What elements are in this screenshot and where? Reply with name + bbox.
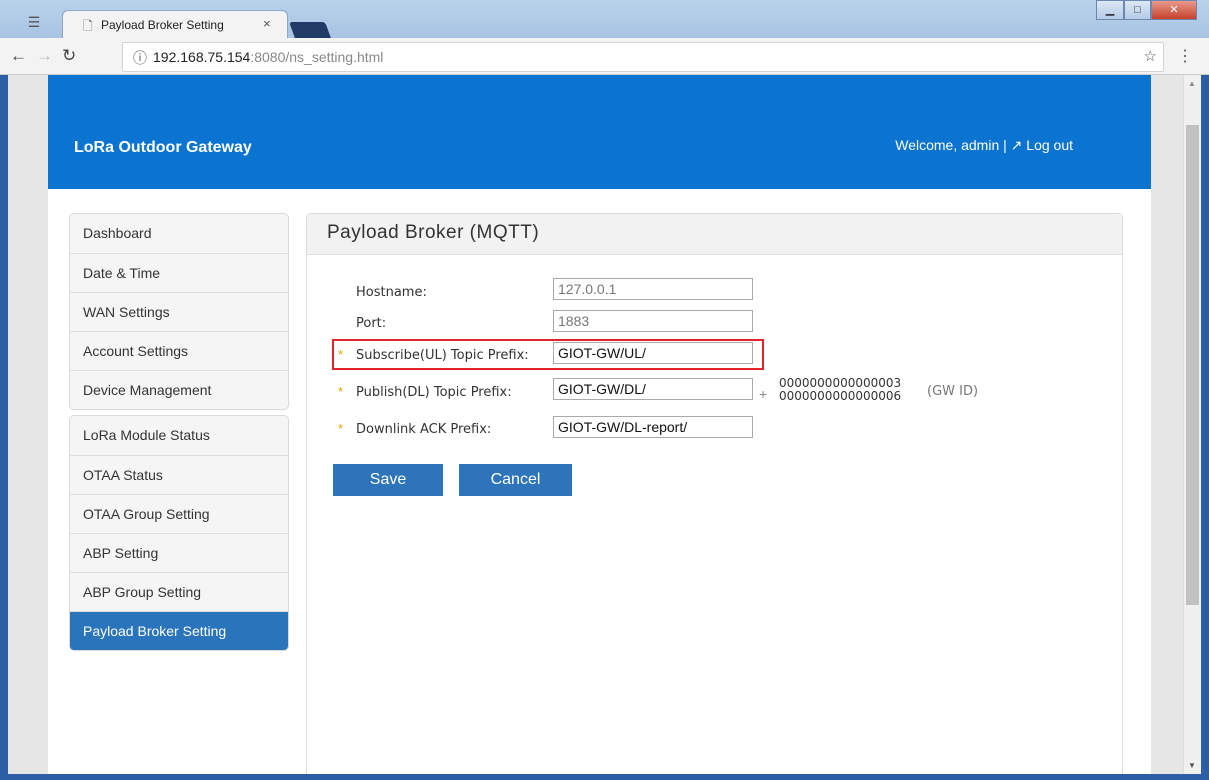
- required-marker: *: [338, 347, 344, 362]
- forward-arrow-icon[interactable]: →: [36, 46, 53, 66]
- sidebar-item-otaa-status[interactable]: OTAA Status: [70, 455, 288, 494]
- save-button[interactable]: Save: [333, 464, 443, 496]
- panel-title: Payload Broker (MQTT): [307, 214, 1122, 255]
- sidebar-item-payload-broker-setting[interactable]: Payload Broker Setting: [70, 611, 288, 650]
- scroll-down-icon[interactable]: ▼: [1188, 761, 1196, 770]
- app-header: LoRa Outdoor Gateway Welcome, admin | ↗ …: [48, 75, 1151, 189]
- sidebar-item-device-management[interactable]: Device Management: [70, 370, 288, 409]
- tab-title: Payload Broker Setting: [101, 18, 224, 32]
- ack-label: Downlink ACK Prefix:: [356, 422, 492, 437]
- browser-tab[interactable]: 🗋 Payload Broker Setting ×: [62, 10, 288, 38]
- sidebar-item-wan-settings[interactable]: WAN Settings: [70, 292, 288, 331]
- sidebar-group-system: Dashboard Date & Time WAN Settings Accou…: [69, 213, 289, 410]
- gw-id-label: (GW ID): [927, 384, 979, 399]
- close-window-button[interactable]: ✕: [1151, 0, 1197, 20]
- maximize-button[interactable]: □: [1124, 0, 1151, 20]
- sidebar-item-abp-group-setting[interactable]: ABP Group Setting: [70, 572, 288, 611]
- url-host: 192.168.75.154: [153, 49, 251, 65]
- tab-close-icon[interactable]: ×: [263, 16, 271, 31]
- required-marker: *: [338, 421, 344, 436]
- page: LoRa Outdoor Gateway Welcome, admin | ↗ …: [48, 75, 1151, 774]
- sidebar-item-dashboard[interactable]: Dashboard: [70, 214, 288, 253]
- settings-panel: Payload Broker (MQTT) Hostname: Port: * …: [306, 213, 1123, 774]
- hostname-label: Hostname:: [356, 285, 427, 300]
- plus-sign: +: [759, 386, 768, 402]
- hostname-input[interactable]: [553, 278, 753, 300]
- required-marker: *: [338, 384, 344, 399]
- gw-id-1: 0000000000000003: [779, 376, 902, 390]
- vertical-scrollbar[interactable]: ▲ ▼: [1183, 75, 1201, 774]
- menu-icon[interactable]: ⋮: [1177, 46, 1193, 66]
- publish-prefix-input[interactable]: [553, 378, 753, 400]
- publish-label: Publish(DL) Topic Prefix:: [356, 385, 512, 400]
- port-label: Port:: [356, 316, 387, 331]
- minimize-button[interactable]: ▁: [1096, 0, 1124, 20]
- browser-toolbar: ← → ↻ ⓘ 192.168.75.154:8080/ns_setting.h…: [0, 38, 1209, 75]
- gw-id-2: 0000000000000006: [779, 389, 902, 403]
- page-icon: 🗋: [83, 19, 93, 33]
- url-path: :8080/ns_setting.html: [250, 49, 384, 65]
- address-bar[interactable]: ⓘ 192.168.75.154:8080/ns_setting.html: [122, 42, 1164, 72]
- sidebar-item-lora-module-status[interactable]: LoRa Module Status: [70, 416, 288, 455]
- reload-icon[interactable]: ↻: [62, 46, 76, 66]
- sidebar: Dashboard Date & Time WAN Settings Accou…: [69, 213, 289, 656]
- welcome-text: Welcome, admin |: [895, 137, 1007, 153]
- browser-titlebar: ☰ 🗋 Payload Broker Setting × ▁ □ ✕: [0, 0, 1209, 38]
- url-text: 192.168.75.154:8080/ns_setting.html: [153, 49, 383, 65]
- sidebar-item-abp-setting[interactable]: ABP Setting: [70, 533, 288, 572]
- welcome-area: Welcome, admin | ↗ Log out: [895, 137, 1073, 154]
- subscribe-prefix-input[interactable]: [553, 342, 753, 364]
- ack-prefix-input[interactable]: [553, 416, 753, 438]
- bookmark-star-icon[interactable]: ☆: [1144, 47, 1157, 65]
- subscribe-label: Subscribe(UL) Topic Prefix:: [356, 348, 529, 363]
- incognito-icon: ☰: [27, 14, 41, 30]
- scrollbar-thumb[interactable]: [1186, 125, 1199, 605]
- port-input[interactable]: [553, 310, 753, 332]
- logout-link[interactable]: Log out: [1026, 137, 1073, 153]
- sidebar-group-lora: LoRa Module Status OTAA Status OTAA Grou…: [69, 415, 289, 651]
- new-tab-button[interactable]: [289, 22, 331, 38]
- window-controls: ▁ □ ✕: [1096, 0, 1197, 22]
- scroll-up-icon[interactable]: ▲: [1188, 79, 1196, 88]
- viewport: LoRa Outdoor Gateway Welcome, admin | ↗ …: [8, 75, 1201, 774]
- cancel-button[interactable]: Cancel: [459, 464, 572, 496]
- sidebar-item-account-settings[interactable]: Account Settings: [70, 331, 288, 370]
- logout-icon[interactable]: ↗: [1011, 137, 1023, 153]
- info-icon[interactable]: ⓘ: [133, 48, 147, 68]
- back-arrow-icon[interactable]: ←: [10, 46, 27, 66]
- sidebar-item-date-time[interactable]: Date & Time: [70, 253, 288, 292]
- brand-title: LoRa Outdoor Gateway: [74, 139, 252, 156]
- sidebar-item-otaa-group-setting[interactable]: OTAA Group Setting: [70, 494, 288, 533]
